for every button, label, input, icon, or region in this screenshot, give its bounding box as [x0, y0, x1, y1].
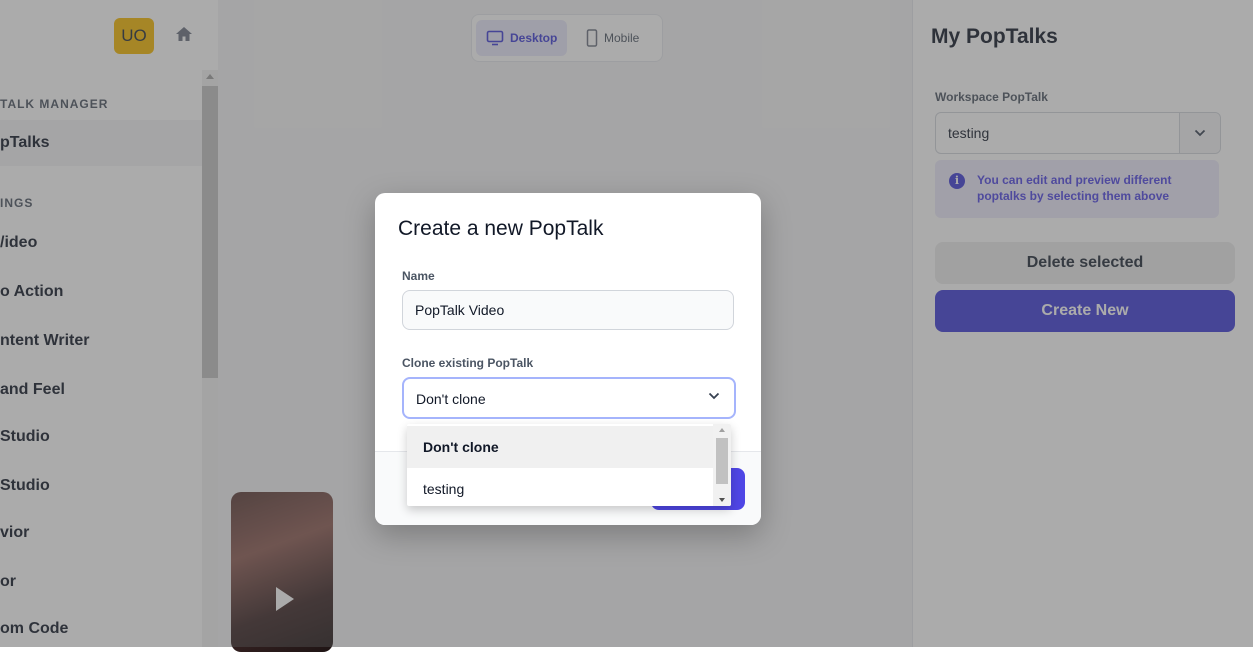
chevron-down-icon: [708, 392, 720, 400]
clone-label: Clone existing PopTalk: [402, 356, 534, 370]
name-input[interactable]: PopTalk Video: [402, 290, 734, 330]
name-label: Name: [402, 269, 435, 283]
clone-options-list: Don't clone testing: [407, 424, 731, 506]
clone-select-value: Don't clone: [416, 391, 486, 407]
scroll-up-icon[interactable]: [719, 428, 725, 432]
clone-select[interactable]: Don't clone: [402, 377, 736, 419]
scroll-down-icon[interactable]: [719, 498, 725, 502]
clone-option[interactable]: testing: [407, 468, 713, 506]
modal-title: Create a new PopTalk: [398, 217, 604, 240]
dropdown-scrollbar-thumb[interactable]: [716, 438, 728, 484]
clone-option[interactable]: Don't clone: [407, 426, 713, 468]
